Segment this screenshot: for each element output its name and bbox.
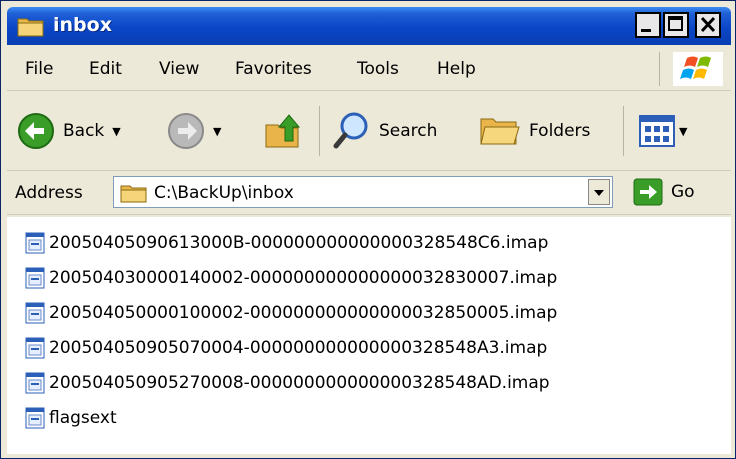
windows-logo	[673, 52, 723, 86]
views-grid-icon	[639, 115, 675, 147]
back-label: Back	[63, 121, 105, 141]
maximize-icon	[668, 16, 683, 31]
list-item[interactable]: 200504050905070004-000000000000000328548…	[25, 332, 547, 364]
menu-favorites[interactable]: Favorites	[235, 59, 312, 79]
go-label: Go	[671, 182, 695, 202]
address-bar: Address C:\BackUp\inbox Go	[7, 172, 731, 215]
folders-icon	[480, 118, 520, 145]
up-folder-icon	[265, 114, 301, 148]
search-button[interactable]: Search	[333, 105, 437, 157]
menu-file[interactable]: File	[25, 59, 53, 79]
menu-separator	[659, 52, 660, 86]
folders-label: Folders	[529, 121, 591, 141]
file-name: flagsext	[49, 408, 117, 428]
file-name: 200504030000140002-000000000000000032830…	[49, 268, 558, 288]
search-icon	[333, 112, 368, 149]
folder-icon	[120, 185, 147, 203]
title-bar[interactable]: inbox	[7, 7, 731, 45]
windows-flag-icon	[680, 56, 711, 79]
menu-bar: File Edit View Favorites Tools Help	[7, 48, 731, 91]
explorer-window: inbox File Edit View Favorites Tools Hel…	[0, 0, 736, 459]
forward-button[interactable]: ▼	[167, 105, 221, 157]
toolbar-separator	[319, 106, 320, 156]
back-arrow-icon	[18, 113, 54, 149]
file-name: 200504050905270008-000000000000000328548…	[49, 373, 550, 393]
list-item[interactable]: 200504050000100002-000000000000000032850…	[25, 297, 557, 329]
folders-button[interactable]: Folders	[479, 105, 590, 157]
go-arrow-icon	[633, 178, 663, 206]
address-label: Address	[15, 183, 83, 203]
list-item[interactable]: 20050405090613000B-000000000000000328548…	[25, 227, 548, 259]
chevron-down-icon	[594, 190, 604, 196]
address-dropdown-button[interactable]	[588, 179, 610, 205]
chevron-down-icon[interactable]: ▼	[213, 125, 221, 138]
standard-toolbar: Back ▼ ▼ Search Folders ▼	[7, 92, 731, 171]
menu-tools[interactable]: Tools	[357, 59, 399, 79]
file-name: 20050405090613000B-000000000000000328548…	[49, 233, 549, 253]
file-icon	[25, 302, 45, 324]
folder-icon	[17, 18, 44, 37]
search-label: Search	[379, 121, 438, 141]
up-folder-button[interactable]	[263, 105, 303, 157]
go-button[interactable]: Go	[633, 178, 695, 206]
chevron-down-icon[interactable]: ▼	[679, 125, 687, 138]
chevron-down-icon[interactable]: ▼	[112, 125, 120, 138]
file-list: 20050405090613000B-000000000000000328548…	[7, 217, 731, 454]
menu-edit[interactable]: Edit	[89, 59, 122, 79]
file-icon	[25, 232, 45, 254]
list-item[interactable]: 200504030000140002-000000000000000032830…	[25, 262, 557, 294]
minimize-button[interactable]	[635, 12, 661, 38]
list-item[interactable]: flagsext	[25, 402, 117, 434]
file-name: 200504050000100002-000000000000000032850…	[49, 303, 558, 323]
menu-view[interactable]: View	[159, 59, 199, 79]
close-button[interactable]	[695, 12, 721, 38]
file-icon	[25, 267, 45, 289]
address-input[interactable]: C:\BackUp\inbox	[113, 176, 613, 208]
file-icon	[25, 337, 45, 359]
file-icon	[25, 372, 45, 394]
menu-help[interactable]: Help	[437, 59, 476, 79]
back-button[interactable]: Back ▼	[17, 105, 121, 157]
address-path: C:\BackUp\inbox	[154, 183, 294, 203]
file-icon	[25, 407, 45, 429]
list-item[interactable]: 200504050905270008-000000000000000328548…	[25, 367, 550, 399]
minimize-icon	[641, 29, 651, 32]
views-button[interactable]: ▼	[639, 105, 687, 157]
forward-arrow-icon	[168, 113, 204, 149]
close-icon	[700, 16, 716, 33]
file-name: 200504050905070004-000000000000000328548…	[49, 338, 548, 358]
maximize-button[interactable]	[663, 12, 689, 38]
window-title: inbox	[53, 14, 112, 36]
toolbar-separator	[623, 106, 624, 156]
